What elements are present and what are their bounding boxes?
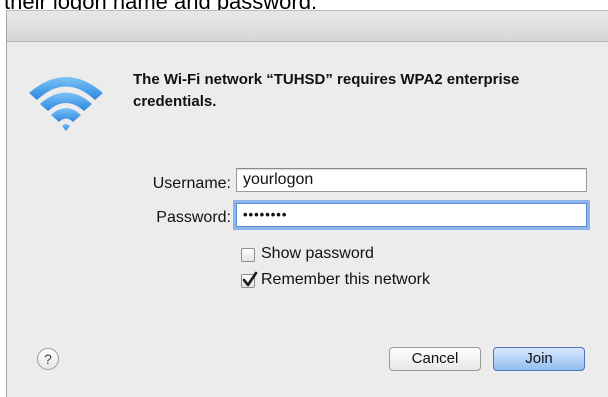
wifi-credentials-dialog: The Wi-Fi network “TUHSD” requires WPA2 …: [6, 10, 608, 397]
wifi-icon: [29, 77, 103, 131]
username-label: Username:: [152, 175, 231, 192]
checkmark-icon: [242, 271, 258, 287]
password-label: Password:: [156, 209, 231, 226]
username-field[interactable]: yourlogon: [236, 168, 587, 192]
remember-network-label[interactable]: Remember this network: [261, 271, 430, 289]
show-password-label[interactable]: Show password: [261, 245, 374, 263]
help-button[interactable]: ?: [37, 348, 59, 370]
cancel-button[interactable]: Cancel: [389, 347, 481, 371]
join-button[interactable]: Join: [493, 347, 585, 371]
show-password-checkbox[interactable]: [241, 248, 255, 262]
dialog-message: The Wi-Fi network “TUHSD” requires WPA2 …: [133, 71, 520, 110]
password-field[interactable]: ••••••••: [236, 203, 587, 227]
dialog-titlebar[interactable]: [7, 11, 608, 42]
remember-network-checkbox[interactable]: [241, 271, 258, 288]
password-value: ••••••••: [243, 207, 288, 222]
username-value: yourlogon: [243, 171, 314, 188]
